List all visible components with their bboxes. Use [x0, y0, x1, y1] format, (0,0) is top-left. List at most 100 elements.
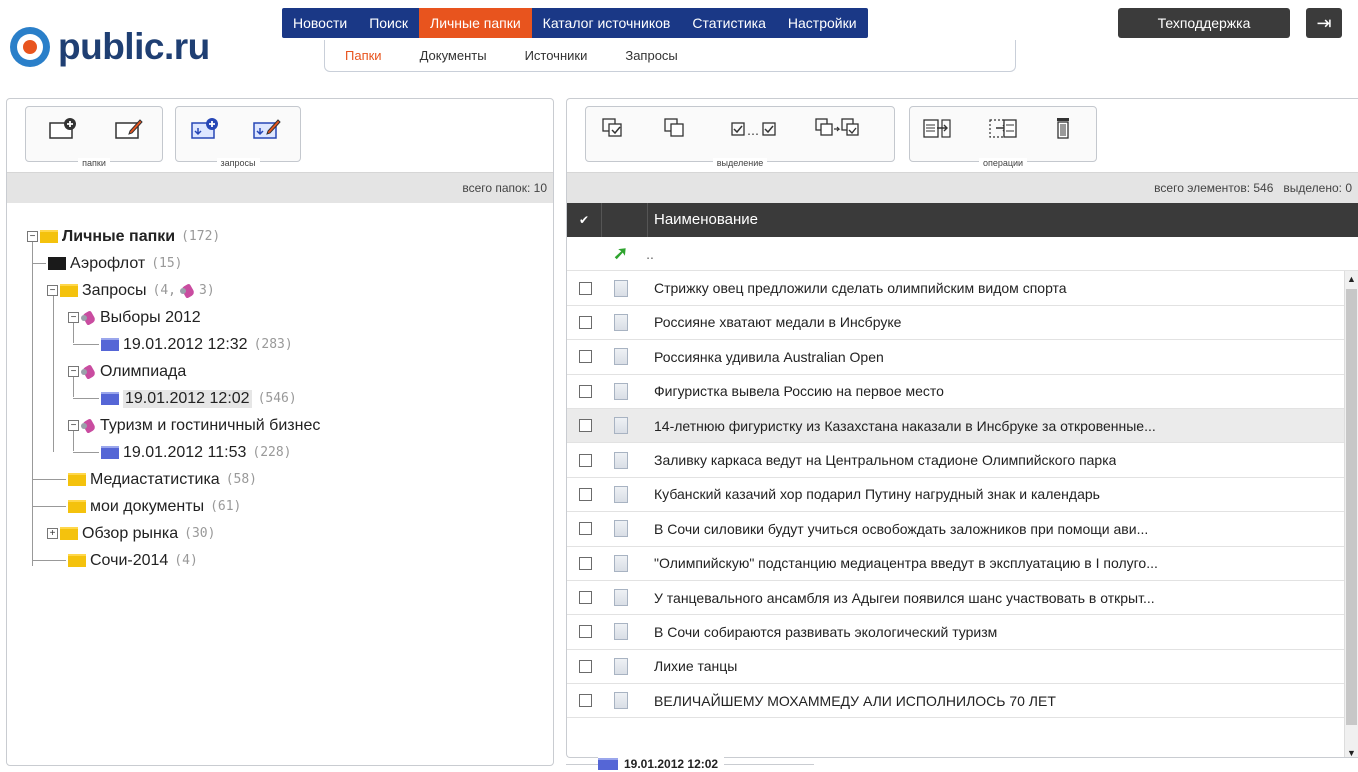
subnav-folders[interactable]: Папки: [345, 40, 382, 71]
nav-news[interactable]: Новости: [282, 8, 358, 38]
table-row[interactable]: 14-летнюю фигуристку из Казахстана наказ…: [567, 408, 1358, 444]
document-icon: [614, 279, 628, 297]
select-all-icon[interactable]: [600, 115, 630, 143]
new-query-icon[interactable]: [190, 115, 220, 143]
header-title-column[interactable]: Наименование: [648, 203, 758, 237]
subnav-sources[interactable]: Источники: [525, 40, 588, 71]
folder-icon: [68, 554, 86, 567]
table-row[interactable]: Фигуристка вывела Россию на первое место: [567, 375, 1358, 409]
row-checkbox[interactable]: [579, 625, 592, 639]
tree-item-olympics[interactable]: − Олимпиада: [27, 358, 553, 385]
copy-to-folder-icon[interactable]: [922, 115, 952, 143]
folder-icon: [60, 527, 78, 540]
edit-query-icon[interactable]: [252, 115, 282, 143]
table-row[interactable]: В Сочи силовики будут учиться освобождат…: [567, 512, 1358, 547]
delete-icon[interactable]: [1050, 115, 1080, 143]
move-to-folder-icon[interactable]: [988, 115, 1018, 143]
invert-selection-icon[interactable]: [814, 115, 864, 143]
tree-item-olympics-result[interactable]: 19.01.2012 12:02 (546): [27, 385, 553, 412]
documents-list: ➚ .. Стрижку овец предложили сделать оли…: [567, 237, 1358, 757]
table-row[interactable]: Заливку каркаса ведут на Центральном ста…: [567, 443, 1358, 478]
tree-item-my-documents[interactable]: мои документы (61): [27, 493, 553, 520]
table-row[interactable]: Кубанский казачий хор подарил Путину наг…: [567, 478, 1358, 513]
table-row[interactable]: Стрижку овец предложили сделать олимпийс…: [567, 271, 1358, 306]
scroll-up-icon[interactable]: ▲: [1345, 271, 1358, 287]
folder-tree: − Личные папки (172) Аэрофлот (15) − Зап…: [7, 203, 553, 574]
query-icon: [180, 283, 196, 299]
collapse-icon[interactable]: −: [27, 231, 38, 242]
row-checkbox[interactable]: [579, 315, 592, 329]
vertical-scrollbar[interactable]: ▲ ▼: [1344, 271, 1358, 757]
svg-text:…: …: [747, 124, 759, 138]
scroll-down-icon[interactable]: ▼: [1345, 745, 1358, 757]
row-checkbox[interactable]: [579, 453, 592, 467]
subnav-documents[interactable]: Документы: [420, 40, 487, 71]
nav-statistics[interactable]: Статистика: [681, 8, 777, 38]
row-checkbox[interactable]: [579, 556, 592, 570]
row-checkbox[interactable]: [579, 419, 592, 433]
select-range-icon[interactable]: …: [730, 115, 780, 143]
scrollbar-thumb[interactable]: [1346, 289, 1357, 725]
deselect-all-icon[interactable]: [662, 115, 692, 143]
header-check-icon[interactable]: ✔: [567, 203, 602, 237]
row-checkbox[interactable]: [579, 384, 592, 398]
open-folder-icon: [598, 758, 618, 770]
expand-icon[interactable]: +: [47, 528, 58, 539]
collapse-icon[interactable]: −: [68, 366, 79, 377]
tree-item-elections-result[interactable]: 19.01.2012 12:32 (283): [27, 331, 553, 358]
tree-item-sochi[interactable]: Сочи-2014 (4): [27, 547, 553, 574]
row-checkbox[interactable]: [579, 281, 592, 295]
tree-item-tourism-result[interactable]: 19.01.2012 11:53 (228): [27, 439, 553, 466]
collapse-icon[interactable]: −: [68, 420, 79, 431]
main-nav: Новости Поиск Личные папки Каталог источ…: [282, 8, 868, 38]
table-row[interactable]: Лихие танцы: [567, 650, 1358, 685]
table-row[interactable]: ВЕЛИЧАЙШЕМУ МОХАММЕДУ АЛИ ИСПОЛНИЛОСЬ 70…: [567, 684, 1358, 719]
tree-item-market-review[interactable]: + Обзор рынка (30): [27, 520, 553, 547]
collapse-icon[interactable]: −: [68, 312, 79, 323]
logout-icon[interactable]: ⇥: [1306, 8, 1342, 38]
folders-group-label: папки: [78, 158, 110, 168]
documents-panel: … выделение операции всего элементов: 54…: [566, 98, 1358, 758]
operations-group: операции: [909, 106, 1097, 168]
tree-item-queries[interactable]: − Запросы (4, 3): [27, 277, 553, 304]
folder-count: всего папок: 10: [7, 173, 553, 203]
subnav-queries[interactable]: Запросы: [625, 40, 677, 71]
tree-item-aeroflot[interactable]: Аэрофлот (15): [27, 250, 553, 277]
queries-group: запросы: [175, 106, 301, 168]
tree-item-tourism[interactable]: − Туризм и гостиничный бизнес: [27, 412, 553, 439]
folder-icon: [40, 230, 58, 243]
document-icon: [614, 554, 628, 572]
support-button[interactable]: Техподдержка: [1118, 8, 1290, 38]
collapse-icon[interactable]: −: [47, 285, 58, 296]
folder-icon: [68, 500, 86, 513]
result-folder-icon: [101, 446, 119, 459]
new-folder-icon[interactable]: [48, 115, 78, 143]
nav-source-catalog[interactable]: Каталог источников: [532, 8, 682, 38]
row-checkbox[interactable]: [579, 350, 592, 364]
logo[interactable]: public.ru: [10, 22, 210, 72]
row-checkbox[interactable]: [579, 694, 592, 708]
tree-item-elections[interactable]: − Выборы 2012: [27, 304, 553, 331]
table-row[interactable]: "Олимпийскую" подстанцию медиацентра вве…: [567, 547, 1358, 581]
logo-mark-icon: [10, 27, 50, 67]
folders-toolbar: папки запросы: [7, 99, 553, 173]
tree-root[interactable]: − Личные папки (172): [27, 223, 553, 250]
nav-settings[interactable]: Настройки: [777, 8, 868, 38]
up-arrow-icon[interactable]: ➚: [613, 243, 628, 264]
table-row[interactable]: Россиянка удивила Australian Open: [567, 340, 1358, 375]
nav-personal-folders[interactable]: Личные папки: [419, 8, 532, 38]
row-checkbox[interactable]: [579, 522, 592, 536]
nav-search[interactable]: Поиск: [358, 8, 419, 38]
tree-item-mediastat[interactable]: Медиастатистика (58): [27, 466, 553, 493]
row-checkbox[interactable]: [579, 591, 592, 605]
row-checkbox[interactable]: [579, 487, 592, 501]
table-header: ✔ Наименование: [567, 203, 1358, 237]
table-row[interactable]: У танцевального ансамбля из Адыгеи появи…: [567, 581, 1358, 616]
folders-panel: папки запросы всего папок: 10 − Личные п…: [6, 98, 554, 766]
document-icon: [614, 623, 628, 641]
edit-folder-icon[interactable]: [114, 115, 144, 143]
table-row-up[interactable]: ➚ ..: [567, 237, 1358, 272]
row-checkbox[interactable]: [579, 659, 592, 673]
table-row[interactable]: Россияне хватают медали в Инсбруке: [567, 306, 1358, 341]
table-row[interactable]: В Сочи собираются развивать экологически…: [567, 615, 1358, 650]
